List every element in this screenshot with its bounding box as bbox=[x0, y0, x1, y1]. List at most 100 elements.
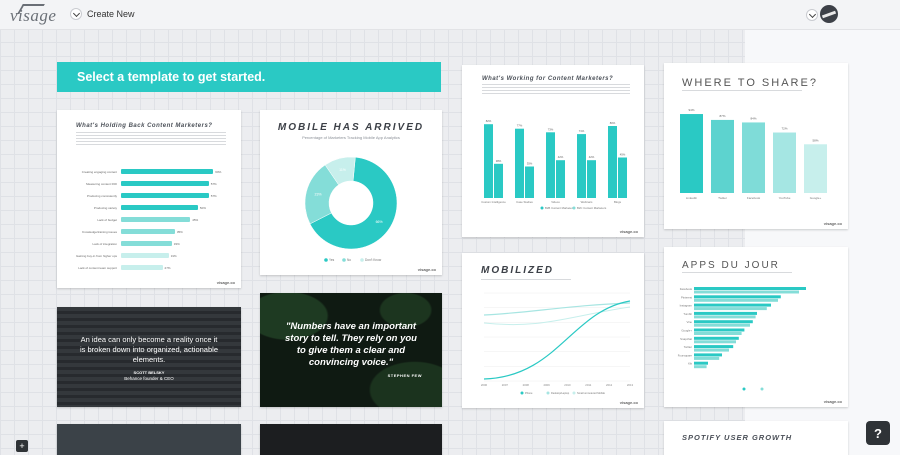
bar-value: 57% bbox=[210, 182, 217, 186]
bar-label: Gaining buy-in from higher ups bbox=[75, 254, 117, 258]
series-line-phone bbox=[483, 300, 631, 380]
bar bbox=[694, 311, 757, 315]
row-label: Google+ bbox=[681, 329, 692, 333]
bar bbox=[694, 336, 739, 340]
bar bbox=[587, 160, 596, 198]
x-tick-label: 2009 bbox=[543, 383, 550, 387]
card-logo: visage.co bbox=[619, 229, 638, 234]
card-logo: visage.co bbox=[216, 280, 235, 285]
category-label: Custom Intelligence bbox=[481, 200, 506, 204]
bar bbox=[694, 365, 707, 369]
bar bbox=[515, 128, 524, 198]
legend-swatch bbox=[520, 391, 524, 395]
legend-swatch bbox=[572, 206, 576, 210]
quote-line-1: "Numbers have an important bbox=[285, 321, 417, 332]
template-card-where-to-share[interactable]: WHERE TO SHARE? 94% LinkedIn 87% Twitter 84%… bbox=[664, 63, 848, 229]
x-tick-label: 2010 bbox=[564, 383, 571, 387]
quote-line-2: story to tell. They rely on you bbox=[285, 333, 417, 344]
bar bbox=[121, 181, 209, 186]
template-card-mobilized[interactable]: MOBILIZED 2006 2007 2008 2009 2010 2011 2012 20… bbox=[462, 253, 644, 408]
category-label: Blogs bbox=[614, 200, 622, 204]
legend-label: Don't Know bbox=[365, 258, 382, 262]
template-card-mobile-arrived[interactable]: MOBILE HAS ARRIVED Percentage of Markete… bbox=[260, 110, 442, 275]
bar bbox=[484, 124, 493, 198]
template-card-dark-partial-2[interactable] bbox=[260, 424, 442, 455]
bar-value: 35% bbox=[176, 230, 183, 234]
category-label: Videos bbox=[551, 200, 560, 204]
bar-value: 45% bbox=[192, 218, 199, 222]
visage-logo[interactable]: visage bbox=[10, 6, 56, 26]
template-card-spotify[interactable]: SPOTIFY USER GROWTH bbox=[664, 421, 848, 455]
bar-label: Lack of content team support bbox=[78, 266, 117, 270]
bar-value: 58% bbox=[812, 138, 818, 142]
template-card-numbers-quote[interactable]: "Numbers have an important story to tell… bbox=[260, 293, 442, 407]
bar-label: Lack of integration bbox=[92, 242, 117, 246]
template-card-holding-back[interactable]: What's Holding Back Content Marketers? v… bbox=[57, 110, 241, 288]
template-prompt-banner: Select a template to get started. bbox=[57, 62, 441, 92]
bar-label: Knowledge/training issues bbox=[82, 230, 117, 234]
bar-value: 45% bbox=[620, 153, 626, 157]
quote-line-2: is broken down into organized, actionabl… bbox=[79, 345, 218, 354]
bar-value: 38% bbox=[496, 159, 502, 163]
bar bbox=[773, 132, 796, 193]
legend-swatch bbox=[360, 258, 364, 262]
x-tick-label: 2006 bbox=[481, 383, 488, 387]
quote-line-4: convincing voice." bbox=[308, 357, 394, 368]
card-logo: visage.co bbox=[823, 221, 842, 226]
bar bbox=[694, 307, 767, 311]
card-logo: visage.co bbox=[619, 400, 638, 405]
bar-value: 35% bbox=[527, 162, 533, 166]
bar bbox=[711, 119, 734, 193]
avatar[interactable] bbox=[820, 5, 838, 23]
bar bbox=[556, 160, 565, 198]
category-label: YouTube bbox=[779, 196, 791, 200]
row-label: Snapchat bbox=[680, 337, 692, 341]
bar-label: Measuring content ROI bbox=[86, 182, 117, 186]
top-bar: visage Create New bbox=[0, 0, 900, 30]
add-button[interactable]: + bbox=[16, 440, 28, 452]
category-label: Google+ bbox=[810, 196, 822, 200]
legend-label: Desktop/Laptop bbox=[551, 391, 570, 395]
legend-swatch bbox=[342, 258, 346, 262]
bar bbox=[694, 298, 778, 302]
donut-chart: 66% 23% 11% Yes No Don't Know bbox=[304, 156, 398, 262]
legend-swatch bbox=[540, 206, 544, 210]
slice-label: 23% bbox=[315, 193, 322, 197]
chevron-down-icon bbox=[70, 8, 82, 20]
bar bbox=[694, 315, 756, 319]
bar bbox=[121, 217, 191, 222]
bar-value: 82% bbox=[486, 119, 492, 123]
bar bbox=[694, 340, 736, 344]
x-tick-label: 2012 bbox=[606, 383, 613, 387]
card-title: What's Holding Back Content Marketers? bbox=[76, 123, 213, 129]
legend-label: No bbox=[347, 258, 351, 262]
legend-label: Yes bbox=[329, 258, 335, 262]
row-label: Kik bbox=[688, 362, 692, 366]
quote-line-1: An idea can only become a reality once i… bbox=[80, 335, 218, 344]
bar-value: 80% bbox=[610, 121, 616, 125]
category-label: Webinars bbox=[581, 200, 593, 204]
legend-label: Small unmetered Mobile bbox=[577, 391, 606, 395]
row-label: Twitter bbox=[684, 345, 692, 349]
help-button[interactable]: ? bbox=[866, 421, 890, 445]
series-line-desktop bbox=[483, 302, 631, 316]
template-card-apps-du-jour[interactable]: APPS DU JOUR Facebook Pinterest Instagram T… bbox=[664, 247, 848, 407]
bar-value: 60% bbox=[215, 170, 222, 174]
bar-value: 31% bbox=[170, 254, 177, 258]
bar bbox=[694, 345, 734, 349]
bar bbox=[694, 320, 753, 324]
bar-value: 42% bbox=[558, 155, 564, 159]
bar-value: 27% bbox=[164, 266, 171, 270]
template-card-dark-partial-1[interactable] bbox=[57, 424, 241, 455]
template-card-idea-quote[interactable]: An idea can only become a reality once i… bbox=[57, 307, 241, 407]
template-card-whats-working[interactable]: What's Working for Content Marketers? 82… bbox=[462, 65, 644, 237]
bar bbox=[121, 265, 163, 270]
bar-value: 50% bbox=[199, 206, 206, 210]
bar bbox=[694, 361, 708, 365]
bar-value: 72% bbox=[781, 127, 787, 131]
legend-swatch bbox=[760, 387, 764, 391]
grouped-bar-chart: 82% 38% Custom Intelligence 77% 35% Case Stud… bbox=[481, 119, 627, 210]
bar-value: 33% bbox=[173, 242, 180, 246]
create-new-button[interactable]: Create New bbox=[70, 8, 135, 20]
user-menu-chevron-icon[interactable] bbox=[806, 9, 818, 21]
